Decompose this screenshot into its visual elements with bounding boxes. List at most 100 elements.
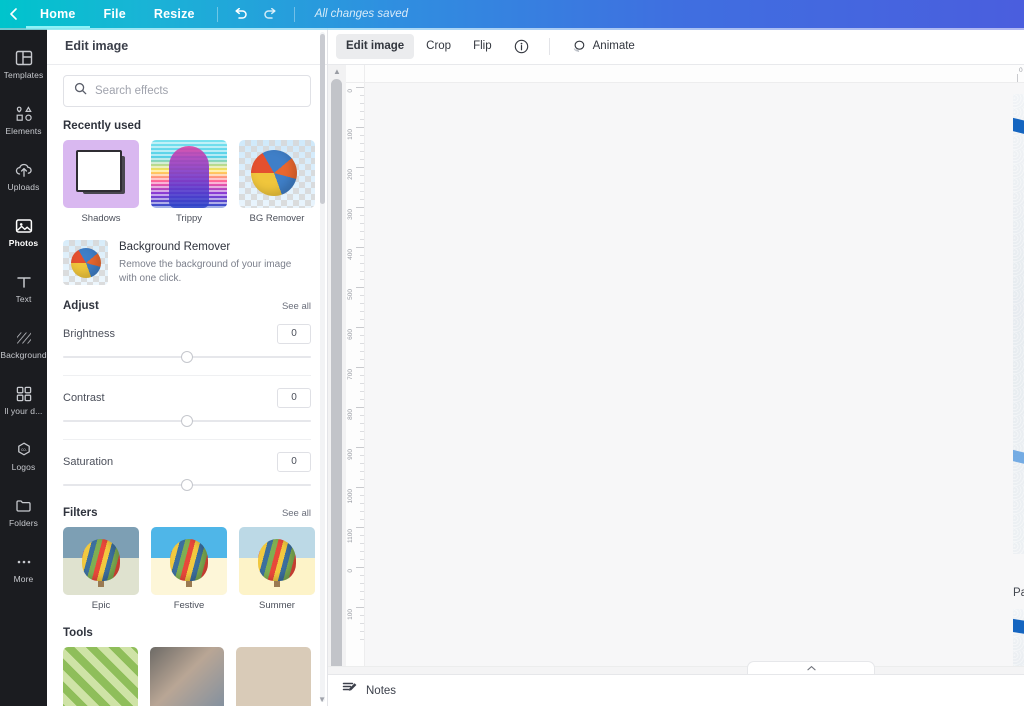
sidebar-item-uploads[interactable]: Uploads bbox=[0, 148, 47, 204]
vertical-ruler-minor-tick bbox=[360, 591, 364, 592]
flip-button[interactable]: Flip bbox=[463, 34, 502, 59]
menu-home-label: Home bbox=[40, 7, 76, 21]
collapse-notes-tab[interactable]: chevron-up-icon bbox=[747, 661, 875, 674]
canvas-area: Edit image Crop Flip Animate ▲ 0 100 200… bbox=[328, 28, 1024, 706]
sidebar-item-text[interactable]: Text bbox=[0, 260, 47, 316]
vertical-ruler-minor-tick bbox=[360, 615, 364, 616]
vertical-ruler-tick bbox=[356, 167, 364, 168]
filters-see-all[interactable]: See all bbox=[282, 508, 311, 519]
brightness-value[interactable]: 0 bbox=[277, 323, 311, 344]
effect-shadows[interactable]: Shadows bbox=[63, 140, 139, 224]
beach-ball-icon bbox=[251, 150, 297, 196]
vertical-ruler-tick bbox=[356, 367, 364, 368]
vertical-ruler-minor-tick bbox=[360, 519, 364, 520]
filter-festive[interactable]: Festive bbox=[151, 526, 227, 611]
vertical-ruler-minor-tick bbox=[360, 151, 364, 152]
crop-button[interactable]: Crop bbox=[416, 34, 461, 59]
templates-grid-icon bbox=[14, 48, 34, 68]
sidebar-item-templates[interactable]: Templates bbox=[0, 36, 47, 92]
animate-button-label: Animate bbox=[592, 40, 635, 52]
brightness-slider-knob[interactable] bbox=[181, 350, 193, 363]
edit-image-button-label: Edit image bbox=[346, 40, 405, 52]
vertical-ruler-label: 800 bbox=[347, 409, 354, 420]
animate-button[interactable]: Animate bbox=[560, 34, 645, 59]
sidebar-item-uploads-label: Uploads bbox=[7, 183, 40, 192]
search-effects-box[interactable] bbox=[63, 75, 311, 107]
filter-summer[interactable]: Summer bbox=[239, 526, 315, 611]
background-remover-promo[interactable]: Background Remover Remove the background… bbox=[63, 240, 311, 286]
search-input[interactable] bbox=[95, 85, 300, 97]
editor-body: Templates Elements Uploads Photos Text B… bbox=[0, 28, 1024, 706]
tool-preview-a[interactable] bbox=[63, 646, 138, 706]
vertical-ruler[interactable]: 0 100 200 300 400 500 600 700 800 900 1000 1100 0 100 bbox=[346, 65, 365, 706]
notes-bar[interactable]: Notes bbox=[328, 674, 1024, 706]
vertical-scrollbar[interactable]: ▲ bbox=[328, 65, 346, 706]
vertical-ruler-label: 300 bbox=[347, 209, 354, 220]
chevron-down-icon[interactable]: ▼ bbox=[318, 695, 326, 704]
saturation-slider-knob[interactable] bbox=[181, 478, 193, 491]
chevron-left-icon[interactable] bbox=[0, 0, 26, 28]
vertical-scrollbar-thumb[interactable] bbox=[331, 79, 342, 679]
vertical-ruler-minor-tick bbox=[360, 319, 364, 320]
snow-background-image bbox=[1013, 94, 1024, 554]
tool-preview-b[interactable] bbox=[149, 646, 225, 706]
contrast-slider[interactable] bbox=[63, 413, 311, 429]
contrast-label: Contrast bbox=[63, 391, 105, 404]
scroll-up-icon[interactable]: ▲ bbox=[333, 67, 341, 76]
design-page-1[interactable]: BUSINE Se 'Tis the Season to review your… bbox=[1013, 94, 1024, 554]
contrast-value[interactable]: 0 bbox=[277, 387, 311, 408]
horizontal-ruler[interactable]: 0100200300400500600700 bbox=[328, 65, 1024, 83]
horizontal-scrollbar[interactable] bbox=[328, 666, 1024, 674]
vertical-ruler-minor-tick bbox=[360, 639, 364, 640]
saturation-label: Saturation bbox=[63, 455, 114, 468]
menu-file[interactable]: File bbox=[90, 0, 140, 28]
sidebar-item-text-label: Text bbox=[15, 295, 32, 304]
undo-arrow-icon[interactable] bbox=[226, 0, 256, 28]
effect-shadows-label: Shadows bbox=[81, 213, 121, 224]
hatch-background-icon bbox=[14, 328, 34, 348]
vertical-ruler-minor-tick bbox=[360, 543, 364, 544]
filter-epic-preview bbox=[63, 526, 139, 595]
vertical-ruler-minor-tick bbox=[360, 559, 364, 560]
filter-summer-preview bbox=[239, 526, 315, 595]
saturation-value[interactable]: 0 bbox=[277, 451, 311, 472]
brightness-slider[interactable] bbox=[63, 349, 311, 365]
vertical-ruler-minor-tick bbox=[360, 479, 364, 480]
sidebar-item-logos[interactable]: co. Logos bbox=[0, 428, 47, 484]
hot-air-balloon-icon bbox=[151, 526, 227, 595]
vertical-ruler-tick bbox=[356, 407, 364, 408]
brightness-control: Brightness 0 bbox=[63, 323, 311, 365]
menu-home[interactable]: Home bbox=[26, 0, 90, 29]
vertical-ruler-tick bbox=[356, 127, 364, 128]
sidebar-item-folders[interactable]: Folders bbox=[0, 484, 47, 540]
menu-resize[interactable]: Resize bbox=[140, 0, 209, 28]
vertical-ruler-minor-tick bbox=[360, 415, 364, 416]
vertical-ruler-label: 600 bbox=[347, 329, 354, 340]
effect-bg-remover[interactable]: BG Remover bbox=[239, 140, 315, 224]
tool-preview-c[interactable] bbox=[236, 646, 312, 706]
vertical-ruler-label: 0 bbox=[347, 569, 354, 573]
vertical-ruler-tick bbox=[356, 447, 364, 448]
sidebar-item-more[interactable]: More bbox=[0, 540, 47, 596]
vertical-ruler-label: 500 bbox=[347, 289, 354, 300]
sidebar-item-elements[interactable]: Elements bbox=[0, 92, 47, 148]
edit-image-button[interactable]: Edit image bbox=[336, 33, 415, 59]
vertical-ruler-minor-tick bbox=[360, 583, 364, 584]
beach-ball-icon-small bbox=[71, 248, 101, 278]
vertical-ruler-minor-tick bbox=[360, 463, 364, 464]
panel-scrollbar-thumb[interactable] bbox=[320, 34, 325, 204]
sidebar-item-photos[interactable]: Photos bbox=[0, 204, 47, 260]
adjust-see-all[interactable]: See all bbox=[282, 301, 311, 312]
filter-epic[interactable]: Epic bbox=[63, 526, 139, 611]
redo-arrow-icon[interactable] bbox=[256, 0, 286, 28]
saturation-slider[interactable] bbox=[63, 477, 311, 493]
effect-trippy[interactable]: Trippy bbox=[151, 140, 227, 224]
sidebar-item-background[interactable]: Background bbox=[0, 316, 47, 372]
info-button[interactable] bbox=[504, 34, 539, 59]
vertical-ruler-minor-tick bbox=[360, 159, 364, 160]
background-remover-promo-title: Background Remover bbox=[119, 241, 231, 253]
effect-bg-remover-preview bbox=[239, 140, 315, 208]
sidebar-item-all-your-designs[interactable]: ll your d... bbox=[0, 372, 47, 428]
vertical-ruler-label: 700 bbox=[347, 369, 354, 380]
contrast-slider-knob[interactable] bbox=[181, 414, 193, 427]
